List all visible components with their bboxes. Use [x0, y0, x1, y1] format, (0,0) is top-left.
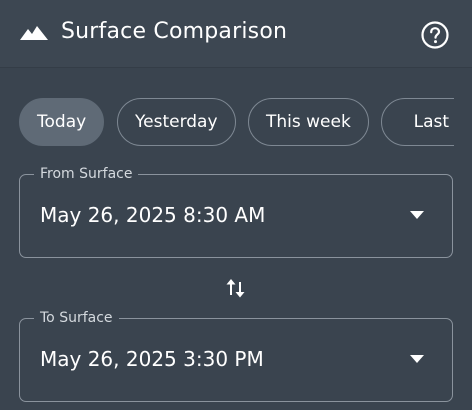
to-surface-value: May 26, 2025 3:30 PM: [40, 347, 264, 371]
swap-vertical-icon[interactable]: [224, 276, 248, 300]
from-surface-label: From Surface: [34, 163, 139, 185]
panel-header: Surface Comparison: [0, 0, 472, 68]
panel-title: Surface Comparison: [61, 19, 288, 44]
caret-down-icon: [410, 211, 424, 219]
to-surface-label: To Surface: [34, 307, 119, 329]
from-surface-select[interactable]: From Surface May 26, 2025 8:30 AM: [19, 163, 453, 258]
chip-yesterday[interactable]: Yesterday: [117, 98, 236, 146]
mountain-icon: [20, 26, 48, 40]
chip-today[interactable]: Today: [19, 98, 105, 146]
chip-this-week[interactable]: This week: [248, 98, 369, 146]
surface-comparison-panel: Surface Comparison Today Yesterday This …: [0, 0, 472, 410]
chip-last-week[interactable]: Last w: [381, 98, 454, 146]
date-range-chips: Today Yesterday This week Last w: [19, 98, 454, 146]
from-surface-value: May 26, 2025 8:30 AM: [40, 203, 266, 227]
to-surface-select[interactable]: To Surface May 26, 2025 3:30 PM: [19, 307, 453, 402]
caret-down-icon: [410, 355, 424, 363]
help-circle-icon[interactable]: [420, 20, 450, 50]
